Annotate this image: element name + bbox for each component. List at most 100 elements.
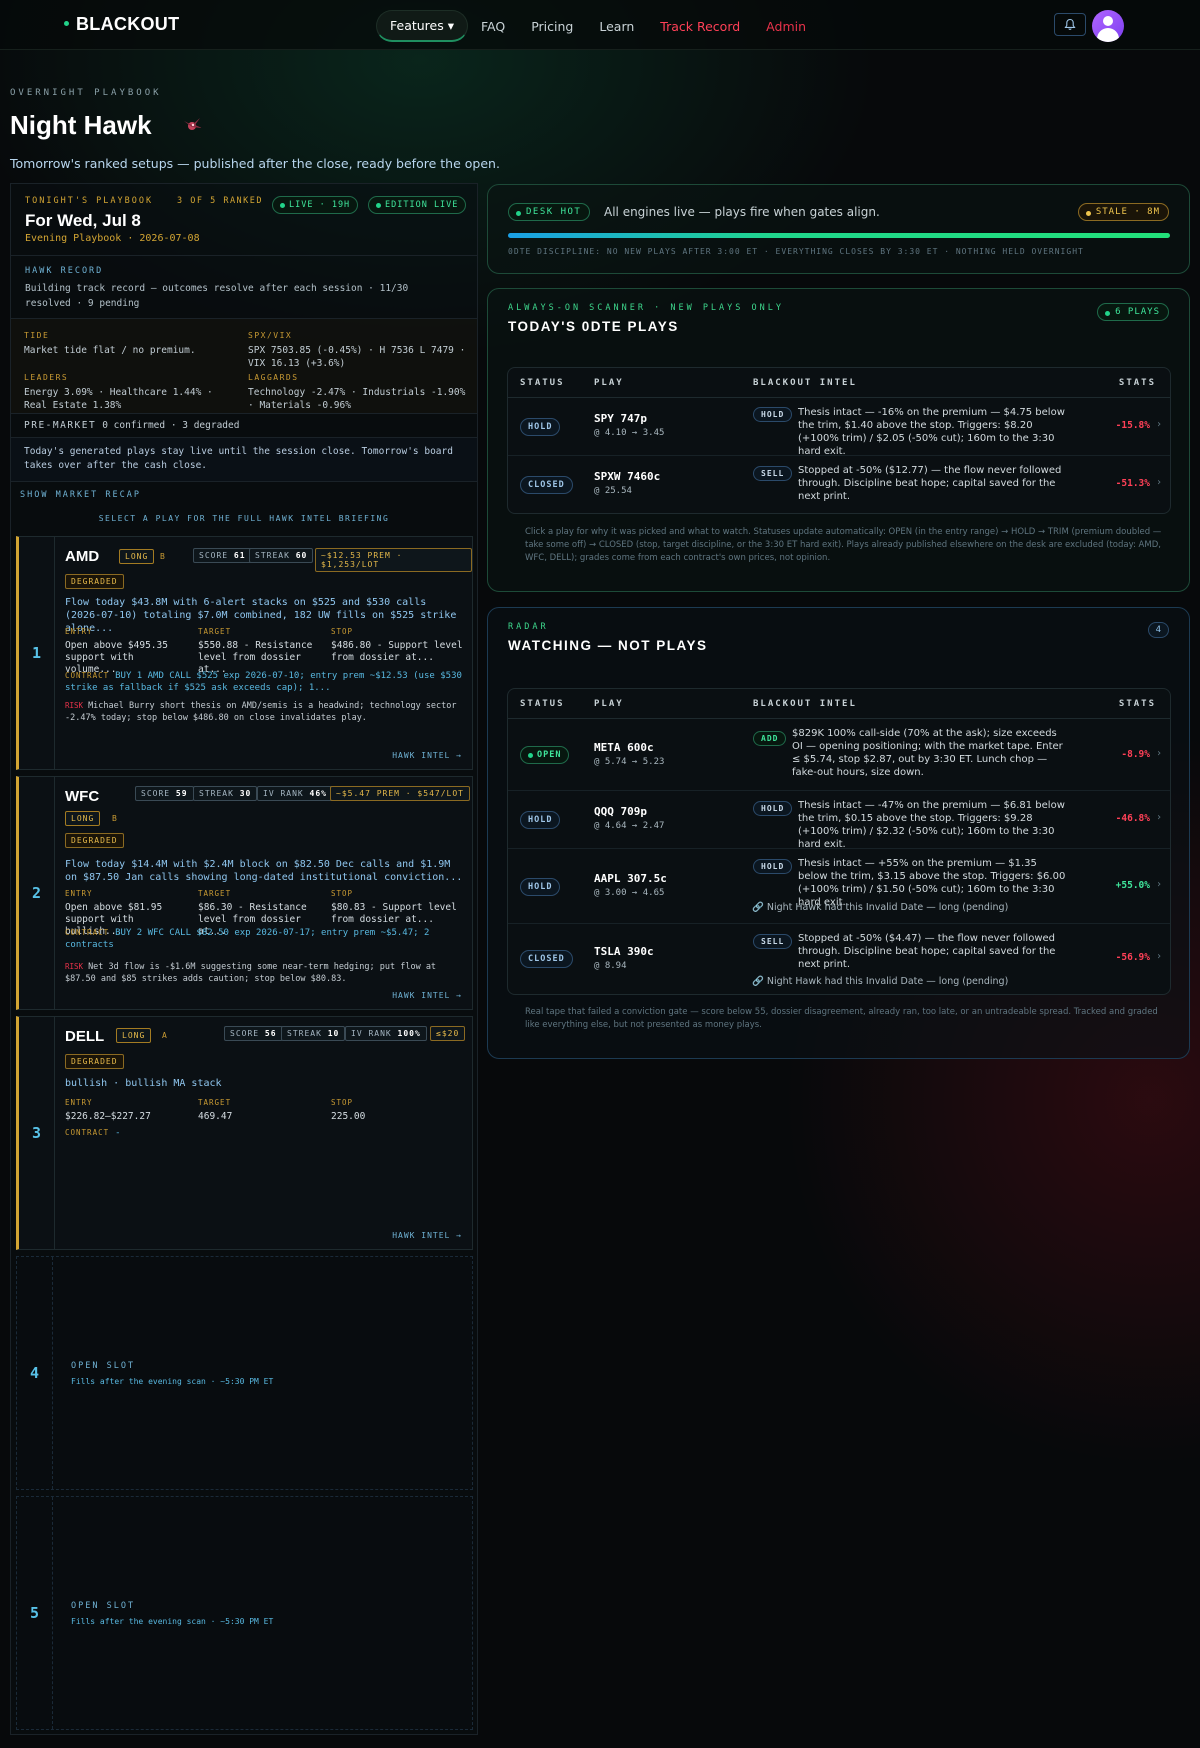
- hawk-intel-link[interactable]: HAWK INTEL →: [392, 1231, 462, 1240]
- iv-rank-badge: IV RANK 100%: [345, 1026, 427, 1041]
- playbook-header: TONIGHT'S PLAYBOOK 3 OF 5 RANKED LIVE · …: [11, 184, 477, 256]
- nav-links: Features ▾ FAQ Pricing Learn Track Recor…: [376, 10, 819, 42]
- zero-dte-panel: ALWAYS-ON SCANNER · NEW PLAYS ONLY TODAY…: [487, 288, 1190, 592]
- stop-block: STOP $486.80 - Support level from dossier…: [331, 626, 466, 664]
- intel-text: Stopped at -50% ($4.47) — the flow never…: [798, 933, 1056, 970]
- table-row[interactable]: HOLD AAPL 307.5c @ 3.00 → 4.65 HOLD Thes…: [508, 849, 1170, 924]
- link-icon: 🔗: [752, 902, 767, 913]
- nav-features[interactable]: Features ▾: [376, 10, 468, 42]
- status-badge: CLOSED: [520, 476, 573, 494]
- intel-action-badge: SELL: [753, 934, 793, 949]
- play-rank: 1: [19, 537, 55, 769]
- streak-label: STREAK: [199, 789, 234, 798]
- streak-label: STREAK: [255, 551, 290, 560]
- invalid-date-note: 🔗 Night Hawk had this Invalid Date — lon…: [752, 902, 1008, 913]
- avatar[interactable]: [1092, 10, 1124, 42]
- streak-badge: STREAK 10: [281, 1026, 346, 1041]
- intel-action-badge: ADD: [753, 731, 787, 746]
- session-note: Today's generated plays stay live until …: [11, 438, 477, 482]
- col-intel: BLACKOUT INTEL: [753, 699, 857, 709]
- col-play: PLAY: [594, 378, 624, 388]
- open-slot-4: 4 OPEN SLOT Fills after the evening scan…: [16, 1256, 473, 1490]
- table-row[interactable]: OPEN META 600c @ 5.74 → 5.23 ADD $829K 1…: [508, 719, 1170, 791]
- table-row[interactable]: HOLD SPY 747p @ 4.10 → 3.45 HOLD Thesis …: [508, 398, 1170, 457]
- play-price: @ 3.00 → 4.65: [594, 888, 665, 898]
- page-title: Night Hawk: [10, 110, 152, 140]
- stop-value: $486.80 - Support level from dossier at.…: [331, 640, 463, 663]
- stale-badge: STALE · 8M: [1077, 203, 1169, 221]
- nav-learn[interactable]: Learn: [586, 12, 647, 41]
- page-subtitle: Tomorrow's ranked setups — published aft…: [10, 156, 500, 171]
- score-badge: SCORE 59: [135, 786, 194, 801]
- degraded-badge: DEGRADED: [65, 833, 124, 848]
- play-rank: 3: [19, 1017, 55, 1249]
- radar-title: WATCHING — NOT PLAYS: [508, 638, 708, 653]
- direction-badge: LONG: [119, 549, 155, 564]
- select-play-hint: SELECT A PLAY FOR THE FULL HAWK INTEL BR…: [98, 514, 390, 523]
- hawk-record-label: HAWK RECORD: [25, 266, 104, 276]
- nav-faq[interactable]: FAQ: [468, 12, 518, 41]
- leaders-block: LEADERS Energy 3.09% · Healthcare 1.44% ·…: [24, 371, 229, 412]
- stop-value: 225.00: [331, 1111, 366, 1122]
- hawk-intel-link[interactable]: HAWK INTEL →: [392, 991, 462, 1000]
- target-value: 469.47: [198, 1111, 233, 1122]
- chevron-right-icon: ›: [1155, 477, 1162, 488]
- status-badge: OPEN: [520, 746, 570, 764]
- blackout-logo[interactable]: BLACKOUT: [64, 14, 179, 35]
- ranked-count: 3 OF 5 RANKED: [177, 196, 264, 206]
- link-icon: 🔗: [752, 976, 767, 987]
- premarket-value: 0 confirmed · 3 degraded: [102, 420, 240, 431]
- target-label: TARGET: [198, 1098, 232, 1107]
- direction-badge: LONG: [116, 1028, 152, 1043]
- pct-change: -8.9%: [1121, 749, 1150, 760]
- show-market-recap-button[interactable]: SHOW MARKET RECAP: [20, 490, 141, 500]
- table-row[interactable]: CLOSED TSLA 390c @ 8.94 SELL Stopped at …: [508, 924, 1170, 995]
- top-nav: BLACKOUT Features ▾ FAQ Pricing Learn Tr…: [0, 0, 1200, 50]
- play-card-wfc[interactable]: 2 WFC SCORE 59 STREAK 30 IV RANK 46% ~$5…: [16, 776, 473, 1010]
- grade-label: A: [162, 1031, 167, 1040]
- invalid-date-text: Night Hawk had this Invalid Date — long …: [766, 976, 1009, 987]
- degraded-badge: DEGRADED: [65, 1054, 124, 1069]
- stop-label: STOP: [331, 889, 354, 898]
- entry-block: ENTRY Open above $495.35 support with vol…: [65, 626, 187, 676]
- hawk-intel-link[interactable]: HAWK INTEL →: [392, 751, 462, 760]
- spx-vix-block: SPX/VIX SPX 7503.85 (-0.45%) · H 7536 L 7…: [248, 329, 468, 370]
- play-card-amd[interactable]: 1 AMD LONG B SCORE 61 STREAK 60 ~$12.53 …: [16, 536, 473, 770]
- zero-dte-table: STATUS PLAY BLACKOUT INTEL STATS HOLD SP…: [507, 367, 1171, 514]
- page-kicker: OVERNIGHT PLAYBOOK: [10, 88, 162, 98]
- risk-value: Net 3d flow is -$1.6M suggesting some ne…: [65, 962, 437, 984]
- bell-icon[interactable]: [1054, 13, 1086, 36]
- score-badge: SCORE 61: [193, 548, 252, 563]
- live-badge: LIVE · 19H: [272, 196, 359, 214]
- streak-value: 60: [295, 551, 308, 560]
- nav-admin[interactable]: Admin: [753, 12, 819, 41]
- table-row[interactable]: HOLD QQQ 709p @ 4.64 → 2.47 HOLD Thesis …: [508, 791, 1170, 850]
- stop-value: $80.83 - Support level from dossier at..…: [331, 902, 457, 925]
- nav-pricing[interactable]: Pricing: [518, 12, 586, 41]
- score-label: SCORE: [230, 1029, 260, 1038]
- col-play: PLAY: [594, 699, 624, 709]
- entry-label: ENTRY: [65, 627, 93, 636]
- play-name: TSLA 390c: [594, 945, 654, 958]
- hawk-icon: [184, 118, 202, 130]
- radar-footnote: Real tape that failed a conviction gate …: [525, 1007, 1158, 1030]
- streak-value: 30: [239, 789, 252, 798]
- stop-block: STOP 225.00: [331, 1097, 466, 1123]
- streak-value: 10: [327, 1029, 340, 1038]
- risk-line: RISK Michael Burry short thesis on AMD/se…: [65, 700, 470, 724]
- play-card-dell[interactable]: 3 DELL LONG A SCORE 56 STREAK 10 IV RANK…: [16, 1016, 473, 1250]
- contract-label: CONTRACT: [65, 671, 110, 680]
- chevron-right-icon: ›: [1155, 812, 1162, 823]
- nav-track-record[interactable]: Track Record: [647, 12, 753, 41]
- zero-dte-footnote: Click a play for why it was picked and w…: [525, 527, 1162, 563]
- entry-label: ENTRY: [65, 889, 93, 898]
- chevron-right-icon: ›: [1155, 419, 1162, 430]
- desk-status-text: All engines live — plays fire when gates…: [604, 205, 880, 219]
- playbook-subtitle: Evening Playbook · 2026-07-08: [25, 233, 200, 244]
- slot-rank: 4: [17, 1257, 53, 1489]
- streak-badge: STREAK 30: [193, 786, 258, 801]
- pct-change: -51.3%: [1115, 478, 1150, 489]
- table-row[interactable]: CLOSED SPXW 7460c @ 25.54 SELL Stopped a…: [508, 456, 1170, 514]
- intel-text: Thesis intact — -16% on the premium — $4…: [798, 407, 1065, 457]
- iv-rank-label: IV RANK: [351, 1029, 392, 1038]
